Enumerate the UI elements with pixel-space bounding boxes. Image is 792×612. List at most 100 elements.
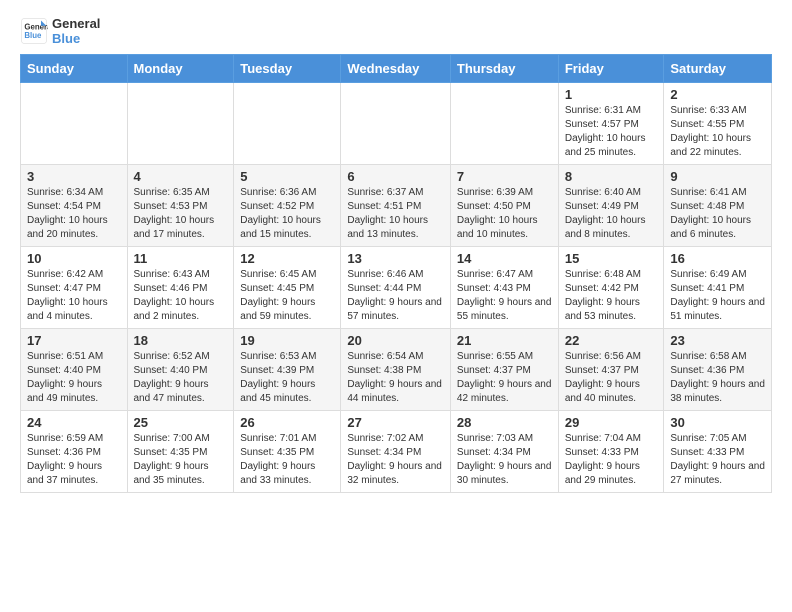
day-number: 12 [240,251,334,266]
day-cell: 27Sunrise: 7:02 AM Sunset: 4:34 PM Dayli… [341,411,451,493]
day-number: 6 [347,169,444,184]
day-info: Sunrise: 6:51 AM Sunset: 4:40 PM Dayligh… [27,350,121,406]
day-cell: 17 Sunrise: 6:51 AM Sunset: 4:40 PM Dayli… [21,329,128,411]
day-info: Sunrise: 6:58 AM Sunset: 4:36 PM Dayligh… [670,350,765,406]
day-cell: 2 Sunrise: 6:33 AM Sunset: 4:55 PM Daylig… [664,83,772,165]
day-info: Sunrise: 7:00 AM Sunset: 4:35 PM Dayligh… [134,432,228,488]
calendar: SundayMondayTuesdayWednesdayThursdayFrid… [20,54,772,493]
day-cell: 5 Sunrise: 6:36 AM Sunset: 4:52 PM Daylig… [234,165,341,247]
day-number: 17 [27,333,121,348]
day-number: 14 [457,251,552,266]
day-cell [341,83,451,165]
day-number: 11 [134,251,228,266]
day-cell: 21Sunrise: 6:55 AM Sunset: 4:37 PM Dayli… [450,329,558,411]
day-info: Sunrise: 6:37 AM Sunset: 4:51 PM Dayligh… [347,186,444,242]
week-row-2: 10 Sunrise: 6:42 AM Sunset: 4:47 PM Dayli… [21,247,772,329]
day-info: Sunrise: 6:41 AM Sunset: 4:48 PM Dayligh… [670,186,765,242]
day-info: Sunrise: 6:34 AM Sunset: 4:54 PM Dayligh… [27,186,121,242]
day-info: Sunrise: 7:05 AM Sunset: 4:33 PM Dayligh… [670,432,765,488]
day-number: 18 [134,333,228,348]
day-cell [21,83,128,165]
day-info: Sunrise: 6:55 AM Sunset: 4:37 PM Dayligh… [457,350,552,406]
day-info: Sunrise: 6:31 AM Sunset: 4:57 PM Dayligh… [565,104,658,160]
day-cell: 11 Sunrise: 6:43 AM Sunset: 4:46 PM Dayli… [127,247,234,329]
day-number: 1 [565,87,658,102]
day-info: Sunrise: 6:47 AM Sunset: 4:43 PM Dayligh… [457,268,552,324]
day-number: 22 [565,333,658,348]
logo-icon: General Blue [20,17,48,45]
day-info: Sunrise: 7:01 AM Sunset: 4:35 PM Dayligh… [240,432,334,488]
day-info: Sunrise: 7:04 AM Sunset: 4:33 PM Dayligh… [565,432,658,488]
day-info: Sunrise: 6:39 AM Sunset: 4:50 PM Dayligh… [457,186,552,242]
day-info: Sunrise: 6:56 AM Sunset: 4:37 PM Dayligh… [565,350,658,406]
page: General Blue General Blue SundayMondayTu… [0,0,792,509]
day-cell: 26 Sunrise: 7:01 AM Sunset: 4:35 PM Dayli… [234,411,341,493]
week-row-0: 1 Sunrise: 6:31 AM Sunset: 4:57 PM Daylig… [21,83,772,165]
day-number: 9 [670,169,765,184]
day-cell [234,83,341,165]
day-info: Sunrise: 6:40 AM Sunset: 4:49 PM Dayligh… [565,186,658,242]
day-number: 16 [670,251,765,266]
day-number: 15 [565,251,658,266]
day-cell: 28 Sunrise: 7:03 AM Sunset: 4:34 PM Dayli… [450,411,558,493]
day-info: Sunrise: 6:42 AM Sunset: 4:47 PM Dayligh… [27,268,121,324]
day-number: 24 [27,415,121,430]
svg-text:General: General [24,22,48,31]
day-cell: 30Sunrise: 7:05 AM Sunset: 4:33 PM Dayli… [664,411,772,493]
day-cell: 10 Sunrise: 6:42 AM Sunset: 4:47 PM Dayli… [21,247,128,329]
day-cell: 23 Sunrise: 6:58 AM Sunset: 4:36 PM Dayli… [664,329,772,411]
svg-text:Blue: Blue [24,31,42,40]
day-number: 10 [27,251,121,266]
day-info: Sunrise: 6:36 AM Sunset: 4:52 PM Dayligh… [240,186,334,242]
day-number: 25 [134,415,228,430]
day-info: Sunrise: 6:52 AM Sunset: 4:40 PM Dayligh… [134,350,228,406]
day-cell: 16 Sunrise: 6:49 AM Sunset: 4:41 PM Dayli… [664,247,772,329]
day-cell: 22 Sunrise: 6:56 AM Sunset: 4:37 PM Dayli… [558,329,664,411]
day-number: 7 [457,169,552,184]
day-number: 23 [670,333,765,348]
day-info: Sunrise: 7:03 AM Sunset: 4:34 PM Dayligh… [457,432,552,488]
day-info: Sunrise: 6:49 AM Sunset: 4:41 PM Dayligh… [670,268,765,324]
day-cell: 20Sunrise: 6:54 AM Sunset: 4:38 PM Dayli… [341,329,451,411]
day-number: 28 [457,415,552,430]
day-number: 13 [347,251,444,266]
day-cell: 18 Sunrise: 6:52 AM Sunset: 4:40 PM Dayli… [127,329,234,411]
day-number: 2 [670,87,765,102]
day-info: Sunrise: 6:33 AM Sunset: 4:55 PM Dayligh… [670,104,765,160]
day-info: Sunrise: 6:48 AM Sunset: 4:42 PM Dayligh… [565,268,658,324]
day-cell: 3 Sunrise: 6:34 AM Sunset: 4:54 PM Daylig… [21,165,128,247]
day-info: Sunrise: 6:35 AM Sunset: 4:53 PM Dayligh… [134,186,228,242]
day-info: Sunrise: 6:45 AM Sunset: 4:45 PM Dayligh… [240,268,334,324]
day-cell: 19 Sunrise: 6:53 AM Sunset: 4:39 PM Dayli… [234,329,341,411]
day-cell: 29Sunrise: 7:04 AM Sunset: 4:33 PM Dayli… [558,411,664,493]
day-cell: 4Sunrise: 6:35 AM Sunset: 4:53 PM Daylig… [127,165,234,247]
week-row-1: 3 Sunrise: 6:34 AM Sunset: 4:54 PM Daylig… [21,165,772,247]
day-cell: 6 Sunrise: 6:37 AM Sunset: 4:51 PM Daylig… [341,165,451,247]
col-header-saturday: Saturday [664,55,772,83]
day-cell: 9 Sunrise: 6:41 AM Sunset: 4:48 PM Daylig… [664,165,772,247]
week-row-4: 24Sunrise: 6:59 AM Sunset: 4:36 PM Dayli… [21,411,772,493]
calendar-header-row: SundayMondayTuesdayWednesdayThursdayFrid… [21,55,772,83]
day-info: Sunrise: 6:43 AM Sunset: 4:46 PM Dayligh… [134,268,228,324]
day-cell: 15 Sunrise: 6:48 AM Sunset: 4:42 PM Dayli… [558,247,664,329]
col-header-tuesday: Tuesday [234,55,341,83]
day-info: Sunrise: 6:46 AM Sunset: 4:44 PM Dayligh… [347,268,444,324]
col-header-wednesday: Wednesday [341,55,451,83]
header: General Blue General Blue [20,16,772,46]
day-cell: 25 Sunrise: 7:00 AM Sunset: 4:35 PM Dayli… [127,411,234,493]
day-info: Sunrise: 6:53 AM Sunset: 4:39 PM Dayligh… [240,350,334,406]
col-header-sunday: Sunday [21,55,128,83]
day-cell: 8 Sunrise: 6:40 AM Sunset: 4:49 PM Daylig… [558,165,664,247]
day-cell: 1 Sunrise: 6:31 AM Sunset: 4:57 PM Daylig… [558,83,664,165]
week-row-3: 17 Sunrise: 6:51 AM Sunset: 4:40 PM Dayli… [21,329,772,411]
day-cell [450,83,558,165]
day-number: 3 [27,169,121,184]
day-number: 8 [565,169,658,184]
day-number: 26 [240,415,334,430]
day-cell: 13 Sunrise: 6:46 AM Sunset: 4:44 PM Dayli… [341,247,451,329]
day-number: 5 [240,169,334,184]
day-number: 19 [240,333,334,348]
day-cell: 14 Sunrise: 6:47 AM Sunset: 4:43 PM Dayli… [450,247,558,329]
day-cell: 24Sunrise: 6:59 AM Sunset: 4:36 PM Dayli… [21,411,128,493]
day-info: Sunrise: 6:54 AM Sunset: 4:38 PM Dayligh… [347,350,444,406]
